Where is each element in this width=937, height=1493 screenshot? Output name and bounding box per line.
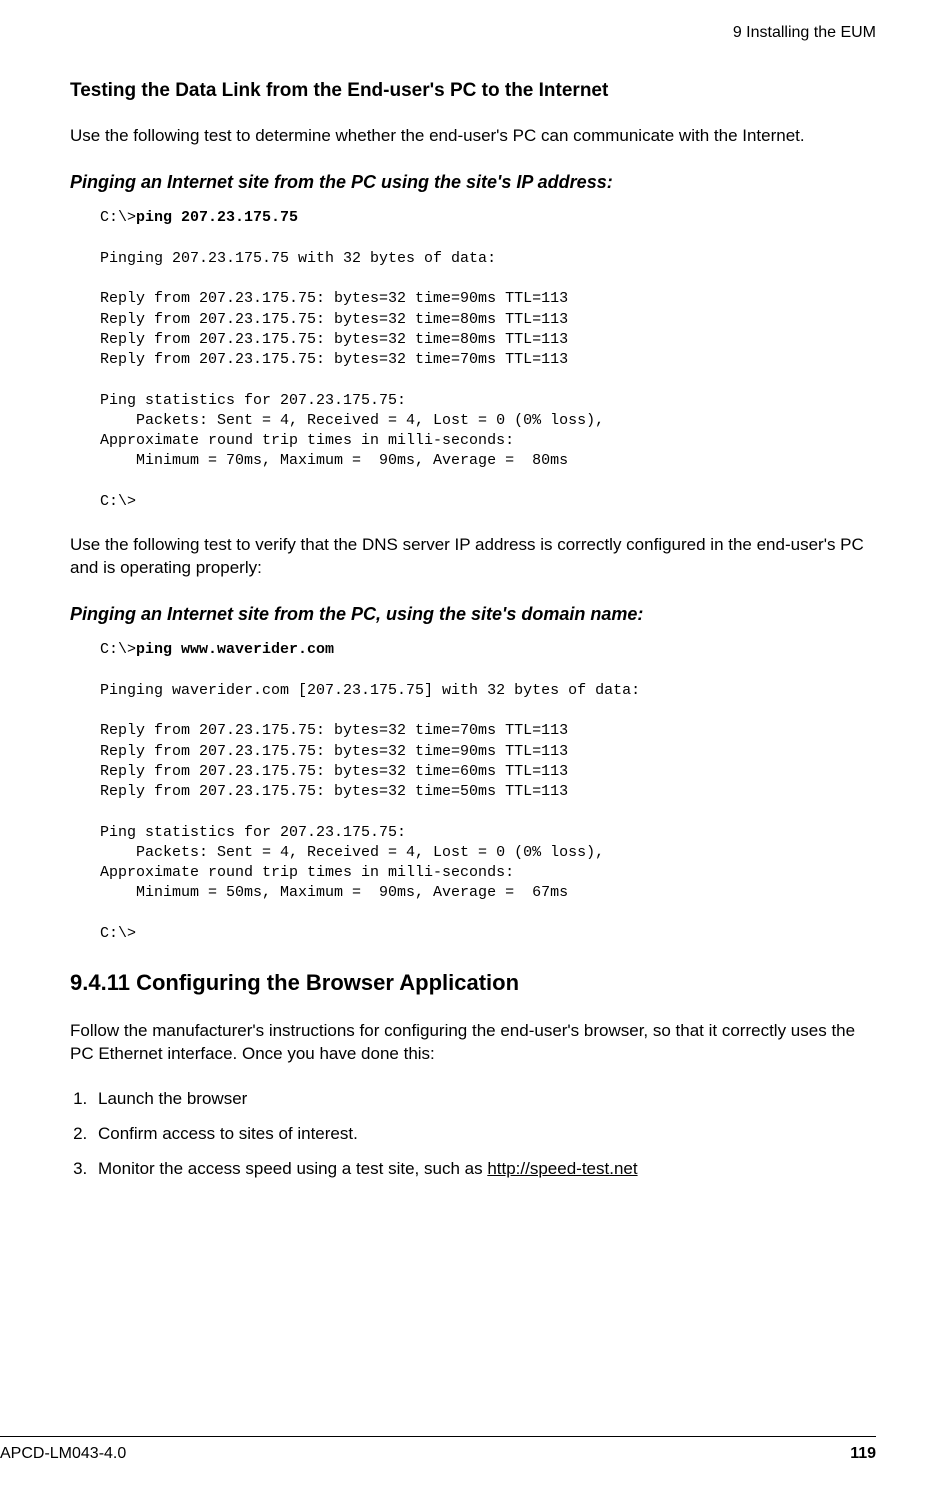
code-block-ping-domain: C:\>ping www.waverider.com Pinging waver… bbox=[100, 640, 876, 944]
speed-test-link[interactable]: http://speed-test.net bbox=[487, 1159, 637, 1178]
output: Pinging 207.23.175.75 with 32 bytes of d… bbox=[100, 250, 604, 510]
mid-paragraph: Use the following test to verify that th… bbox=[70, 534, 876, 580]
prompt: C:\> bbox=[100, 641, 136, 658]
subhead-ping-domain: Pinging an Internet site from the PC, us… bbox=[70, 602, 876, 626]
step-1: Launch the browser bbox=[92, 1088, 876, 1111]
prompt: C:\> bbox=[100, 209, 136, 226]
footer-doc-id: APCD-LM043-4.0 bbox=[0, 1443, 126, 1465]
intro-paragraph-1: Use the following test to determine whet… bbox=[70, 125, 876, 148]
intro-paragraph-2: Follow the manufacturer's instructions f… bbox=[70, 1020, 876, 1066]
subhead-ping-ip: Pinging an Internet site from the PC usi… bbox=[70, 170, 876, 194]
step-3-text: Monitor the access speed using a test si… bbox=[98, 1159, 487, 1178]
command: ping www.waverider.com bbox=[136, 641, 334, 658]
footer-page-number: 119 bbox=[850, 1443, 876, 1465]
heading-configuring-browser: 9.4.11 Configuring the Browser Applicati… bbox=[70, 968, 876, 998]
running-header: 9 Installing the EUM bbox=[70, 22, 876, 44]
output: Pinging waverider.com [207.23.175.75] wi… bbox=[100, 682, 640, 942]
code-block-ping-ip: C:\>ping 207.23.175.75 Pinging 207.23.17… bbox=[100, 208, 876, 512]
section-title-data-link-test: Testing the Data Link from the End-user'… bbox=[70, 78, 876, 104]
step-3: Monitor the access speed using a test si… bbox=[92, 1158, 876, 1181]
steps-list: Launch the browser Confirm access to sit… bbox=[92, 1088, 876, 1181]
step-2: Confirm access to sites of interest. bbox=[92, 1123, 876, 1146]
command: ping 207.23.175.75 bbox=[136, 209, 298, 226]
page-footer: APCD-LM043-4.0 119 bbox=[0, 1436, 937, 1465]
